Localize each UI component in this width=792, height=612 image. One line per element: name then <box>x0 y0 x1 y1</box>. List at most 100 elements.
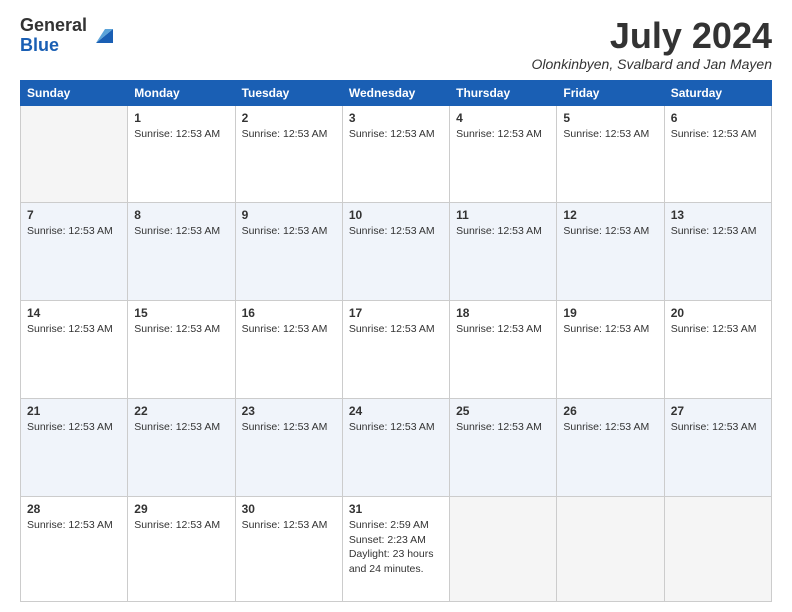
day-number: 15 <box>134 306 228 320</box>
day-info: Sunrise: 12:53 AM <box>27 224 121 239</box>
calendar-cell: 11 Sunrise: 12:53 AM <box>450 203 557 301</box>
day-number: 24 <box>349 404 443 418</box>
calendar-week-row: 28 Sunrise: 12:53 AM 29 Sunrise: 12:53 AM 30… <box>21 497 772 602</box>
day-number: 21 <box>27 404 121 418</box>
day-number: 3 <box>349 111 443 125</box>
calendar-cell: 12 Sunrise: 12:53 AM <box>557 203 664 301</box>
calendar-cell: 17 Sunrise: 12:53 AM <box>342 301 449 399</box>
calendar-cell: 27 Sunrise: 12:53 AM <box>664 399 771 497</box>
day-number: 6 <box>671 111 765 125</box>
day-info: Sunrise: 12:53 AM <box>671 224 765 239</box>
logo: General Blue <box>20 16 113 56</box>
day-info: Sunrise: 12:53 AM <box>456 322 550 337</box>
calendar-cell <box>450 497 557 602</box>
day-info: Sunrise: 12:53 AM <box>563 420 657 435</box>
day-info: Sunrise: 12:53 AM <box>349 322 443 337</box>
calendar-cell: 22 Sunrise: 12:53 AM <box>128 399 235 497</box>
day-number: 9 <box>242 208 336 222</box>
day-number: 13 <box>671 208 765 222</box>
month-title: July 2024 <box>532 16 772 56</box>
day-number: 10 <box>349 208 443 222</box>
day-info: Sunrise: 12:53 AM <box>563 127 657 142</box>
day-number: 8 <box>134 208 228 222</box>
calendar-cell: 13 Sunrise: 12:53 AM <box>664 203 771 301</box>
calendar-week-row: 21Sunrise: 12:53 AM22Sunrise: 12:53 AM23… <box>21 399 772 497</box>
day-number: 1 <box>134 111 228 125</box>
day-info: Sunrise: 12:53 AM <box>456 127 550 142</box>
calendar-cell: 6 Sunrise: 12:53 AM <box>664 105 771 203</box>
calendar-cell <box>21 105 128 203</box>
day-info: Sunrise: 12:53 AM <box>242 224 336 239</box>
calendar-cell: 2Sunrise: 12:53 AM <box>235 105 342 203</box>
calendar-cell: 4Sunrise: 12:53 AM <box>450 105 557 203</box>
day-info: Sunrise: 12:53 AM <box>671 420 765 435</box>
day-info: Sunrise: 12:53 AM <box>456 420 550 435</box>
calendar-cell: 21 Sunrise: 12:53 AM <box>21 399 128 497</box>
day-info: Sunrise: 12:53 AM <box>27 518 121 533</box>
day-info: Sunrise: 12:53 AM <box>671 322 765 337</box>
logo-blue: Blue <box>20 35 59 55</box>
calendar-cell: 20 Sunrise: 12:53 AM <box>664 301 771 399</box>
calendar-cell: 15 Sunrise: 12:53 AM <box>128 301 235 399</box>
calendar-cell: 19 Sunrise: 12:53 AM <box>557 301 664 399</box>
day-number: 18 <box>456 306 550 320</box>
day-number: 28 <box>27 502 121 516</box>
day-info: Sunrise: 12:53 AM <box>563 322 657 337</box>
header-right: July 2024 Olonkinbyen, Svalbard and Jan … <box>532 16 772 72</box>
calendar-week-row: 1Sunrise: 12:53 AM2Sunrise: 12:53 AM3Sun… <box>21 105 772 203</box>
day-info: Sunrise: 12:53 AM <box>134 322 228 337</box>
day-number: 31 <box>349 502 443 516</box>
day-number: 25 <box>456 404 550 418</box>
day-number: 22 <box>134 404 228 418</box>
day-info: Sunrise: 12:53 AM <box>349 420 443 435</box>
calendar-body: 1Sunrise: 12:53 AM2Sunrise: 12:53 AM3Sun… <box>21 105 772 601</box>
day-info: Sunrise: 12:53 AM <box>563 224 657 239</box>
day-number: 19 <box>563 306 657 320</box>
calendar-cell: 30Sunrise: 12:53 AM <box>235 497 342 602</box>
day-info: Sunrise: 12:53 AM <box>242 127 336 142</box>
day-number: 29 <box>134 502 228 516</box>
day-number: 17 <box>349 306 443 320</box>
day-info: Sunrise: 12:53 AM <box>242 420 336 435</box>
calendar-cell: 7Sunrise: 12:53 AM <box>21 203 128 301</box>
day-number: 16 <box>242 306 336 320</box>
calendar-week-row: 14 Sunrise: 12:53 AM 15 Sunrise: 12:53 AM 16… <box>21 301 772 399</box>
weekday-header-monday: Monday <box>128 80 235 105</box>
calendar-cell: 24 Sunrise: 12:53 AM <box>342 399 449 497</box>
calendar-table: SundayMondayTuesdayWednesdayThursdayFrid… <box>20 80 772 602</box>
weekday-header-row: SundayMondayTuesdayWednesdayThursdayFrid… <box>21 80 772 105</box>
calendar-cell: 3 Sunrise: 12:53 AM <box>342 105 449 203</box>
calendar-cell <box>664 497 771 602</box>
day-info: Sunrise: 12:53 AM <box>134 127 228 142</box>
day-info: Sunrise: 12:53 AM <box>242 322 336 337</box>
weekday-header-thursday: Thursday <box>450 80 557 105</box>
day-info: Sunrise: 12:53 AM <box>134 420 228 435</box>
logo-general: General <box>20 15 87 35</box>
day-info: Sunrise: 12:53 AM <box>671 127 765 142</box>
day-number: 14 <box>27 306 121 320</box>
day-number: 20 <box>671 306 765 320</box>
day-info: Sunrise: 2:59 AM Sunset: 2:23 AM Dayligh… <box>349 518 443 577</box>
calendar-cell <box>557 497 664 602</box>
day-number: 23 <box>242 404 336 418</box>
logo-text: General Blue <box>20 16 87 56</box>
calendar-cell: 28 Sunrise: 12:53 AM <box>21 497 128 602</box>
day-info: Sunrise: 12:53 AM <box>27 322 121 337</box>
day-number: 11 <box>456 208 550 222</box>
weekday-header-sunday: Sunday <box>21 80 128 105</box>
day-number: 27 <box>671 404 765 418</box>
calendar-cell: 14 Sunrise: 12:53 AM <box>21 301 128 399</box>
weekday-header-tuesday: Tuesday <box>235 80 342 105</box>
day-info: Sunrise: 12:53 AM <box>27 420 121 435</box>
calendar-cell: 31 Sunrise: 2:59 AM Sunset: 2:23 AM Dayli… <box>342 497 449 602</box>
day-info: Sunrise: 12:53 AM <box>349 224 443 239</box>
day-info: Sunrise: 12:53 AM <box>134 518 228 533</box>
calendar-week-row: 7Sunrise: 12:53 AM 8 Sunrise: 12:53 AM 9 Sun… <box>21 203 772 301</box>
day-info: Sunrise: 12:53 AM <box>134 224 228 239</box>
calendar-page: General Blue July 2024 Olonkinbyen, Sval… <box>0 0 792 612</box>
calendar-cell: 23 Sunrise: 12:53 AM <box>235 399 342 497</box>
day-info: Sunrise: 12:53 AM <box>456 224 550 239</box>
calendar-cell: 9 Sunrise: 12:53 AM <box>235 203 342 301</box>
day-number: 12 <box>563 208 657 222</box>
day-info: Sunrise: 12:53 AM <box>349 127 443 142</box>
